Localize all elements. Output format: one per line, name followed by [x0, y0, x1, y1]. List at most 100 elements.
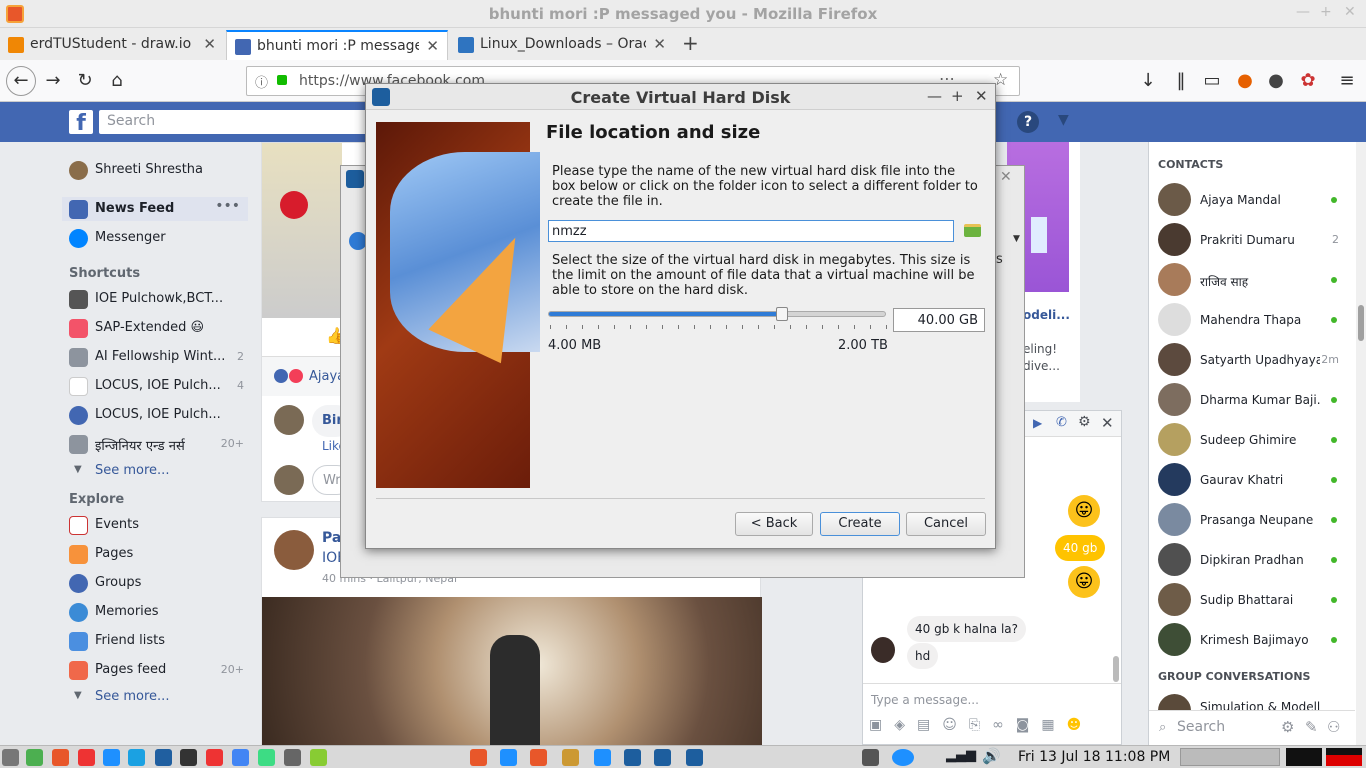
- minimize-icon[interactable]: —: [927, 87, 942, 105]
- maximize-icon[interactable]: +: [1320, 4, 1332, 20]
- minimize-icon[interactable]: —: [1296, 4, 1310, 20]
- info-icon[interactable]: ⓘ: [255, 72, 268, 91]
- workspace-switcher[interactable]: [1180, 748, 1280, 766]
- create-button[interactable]: Create: [820, 512, 900, 536]
- shortcut-item[interactable]: IOE Pulchowk,BCT...: [62, 287, 252, 311]
- vscode-icon[interactable]: [155, 749, 172, 766]
- extension-fox-icon[interactable]: ●: [1232, 69, 1258, 95]
- qt-icon[interactable]: [310, 749, 327, 766]
- firefox-window-icon[interactable]: [470, 749, 487, 766]
- close-tab-icon[interactable]: ✕: [426, 37, 439, 55]
- phone-icon[interactable]: ✆: [1056, 415, 1067, 430]
- photo-icon[interactable]: ▣: [869, 717, 894, 733]
- back-icon[interactable]: ←: [6, 66, 36, 96]
- gif-icon[interactable]: ▤: [917, 717, 942, 733]
- sidebar-icon[interactable]: ▭: [1199, 69, 1225, 95]
- link-icon[interactable]: ∞: [992, 717, 1016, 733]
- back-button[interactable]: < Back: [735, 512, 813, 536]
- shortcut-item[interactable]: AI Fellowship Wint... 2: [62, 345, 252, 369]
- firefox-icon[interactable]: [52, 749, 69, 766]
- table-icon[interactable]: ▦: [1041, 717, 1066, 733]
- tab-drawio[interactable]: erdTUStudent - draw.io ✕: [0, 30, 224, 60]
- signal-icon[interactable]: ▂▄▆: [946, 748, 976, 763]
- explore-item-events[interactable]: Events: [62, 513, 252, 537]
- pycharm-icon[interactable]: [180, 749, 197, 766]
- contact-item[interactable]: Sudeep Ghimire: [1149, 420, 1349, 460]
- page-scrollbar[interactable]: [1356, 142, 1366, 745]
- shortcut-item[interactable]: LOCUS, IOE Pulch...: [62, 403, 252, 427]
- see-more-link[interactable]: See more...: [95, 689, 169, 704]
- explore-item-pages-feed[interactable]: Pages feed 20+: [62, 658, 252, 682]
- teamviewer-window-icon[interactable]: [500, 749, 517, 766]
- contact-item[interactable]: Dipkiran Pradhan: [1149, 540, 1349, 580]
- shortcut-item[interactable]: SAP-Extended 😃: [62, 316, 252, 340]
- explore-item-friend-lists[interactable]: Friend lists: [62, 629, 252, 653]
- folder-icon[interactable]: [964, 224, 981, 237]
- more-options-icon[interactable]: •••: [215, 198, 240, 214]
- close-tab-icon[interactable]: ✕: [203, 35, 216, 53]
- dropdown-arrow-icon[interactable]: ▼: [1013, 234, 1020, 244]
- message-input[interactable]: Type a message...: [871, 693, 979, 707]
- sidebar-item-news-feed[interactable]: News Feed •••: [62, 197, 248, 221]
- contact-item[interactable]: Krimesh Bajimayo: [1149, 620, 1349, 660]
- profile-link[interactable]: Shreeti Shrestha: [62, 158, 252, 182]
- see-more-link[interactable]: See more...: [95, 463, 169, 478]
- help-icon[interactable]: ?: [1017, 111, 1039, 133]
- skype-launcher-icon[interactable]: [78, 749, 95, 766]
- network-icon[interactable]: [284, 749, 301, 766]
- thumbs-up-icon[interactable]: ☻: [1067, 717, 1094, 733]
- sidebar-item-messenger[interactable]: Messenger: [62, 226, 252, 250]
- explore-item-groups[interactable]: Groups: [62, 571, 252, 595]
- file-manager-icon[interactable]: [26, 749, 43, 766]
- downloads-icon[interactable]: ↓: [1135, 69, 1161, 95]
- contact-item[interactable]: Mahendra Thapa: [1149, 300, 1349, 340]
- disk-size-input[interactable]: 40.00 GB: [893, 308, 985, 332]
- menu-icon[interactable]: ≡: [1334, 69, 1360, 95]
- virtualbox-window-icon[interactable]: [686, 749, 703, 766]
- skype-icon[interactable]: [128, 749, 145, 766]
- teamviewer-tray-icon[interactable]: [892, 749, 914, 766]
- settings-gear-icon[interactable]: ⚙: [1281, 718, 1294, 736]
- close-tab-icon[interactable]: ✕: [653, 35, 666, 53]
- disk-size-slider[interactable]: [548, 307, 886, 321]
- close-chat-icon[interactable]: ✕: [1101, 414, 1114, 432]
- home-icon[interactable]: ⌂: [104, 69, 130, 95]
- opera-icon[interactable]: [206, 749, 223, 766]
- tab-facebook[interactable]: bhunti mori :P messaged you ✕: [226, 30, 448, 60]
- extension-icon[interactable]: ●: [1263, 69, 1289, 95]
- slider-handle[interactable]: [776, 307, 789, 321]
- contact-item[interactable]: Sudip Bhattarai: [1149, 580, 1349, 620]
- scrollbar-thumb[interactable]: [1358, 305, 1364, 341]
- colorful-extension-icon[interactable]: ✿: [1295, 69, 1321, 95]
- workspace-preview[interactable]: [1326, 748, 1362, 766]
- close-icon[interactable]: ✕: [1344, 4, 1356, 20]
- chrome-icon[interactable]: [232, 749, 249, 766]
- firefox-window-icon[interactable]: [530, 749, 547, 766]
- explore-item-pages[interactable]: Pages: [62, 542, 252, 566]
- contact-item[interactable]: Gaurav Khatri: [1149, 460, 1349, 500]
- new-tab-icon[interactable]: +: [682, 31, 699, 55]
- teamviewer-window-icon[interactable]: [594, 749, 611, 766]
- contact-item[interactable]: Ajaya Mandal: [1149, 180, 1349, 220]
- virtualbox-window-icon[interactable]: [654, 749, 671, 766]
- volume-icon[interactable]: 🔊: [982, 747, 1001, 765]
- camera-icon[interactable]: ◙: [1016, 717, 1042, 733]
- clock[interactable]: Fri 13 Jul 18 11:08 PM: [1018, 749, 1170, 765]
- contact-item[interactable]: Prasanga Neupane: [1149, 500, 1349, 540]
- attach-icon[interactable]: ⎘: [969, 717, 992, 733]
- reload-icon[interactable]: ↻: [72, 69, 98, 95]
- create-group-icon[interactable]: ⚇: [1327, 718, 1340, 736]
- compose-icon[interactable]: ✎: [1305, 718, 1318, 736]
- contact-item[interactable]: Satyarth Upadhyaya 2m: [1149, 340, 1349, 380]
- contacts-search-input[interactable]: Search: [1177, 719, 1225, 735]
- files-window-icon[interactable]: [562, 749, 579, 766]
- workspace-preview[interactable]: [1286, 748, 1322, 766]
- file-name-input[interactable]: nmzz: [548, 220, 954, 242]
- account-menu-icon[interactable]: ▼: [1058, 112, 1069, 128]
- emoji-icon[interactable]: ☺: [942, 717, 969, 733]
- settings-gear-icon[interactable]: ⚙: [1078, 414, 1091, 430]
- android-studio-icon[interactable]: [258, 749, 275, 766]
- tab-oracle[interactable]: Linux_Downloads – Oracle ✕: [450, 30, 674, 60]
- shortcut-item[interactable]: LOCUS, IOE Pulch... 4: [62, 374, 252, 398]
- contact-item[interactable]: Dharma Kumar Baji...: [1149, 380, 1349, 420]
